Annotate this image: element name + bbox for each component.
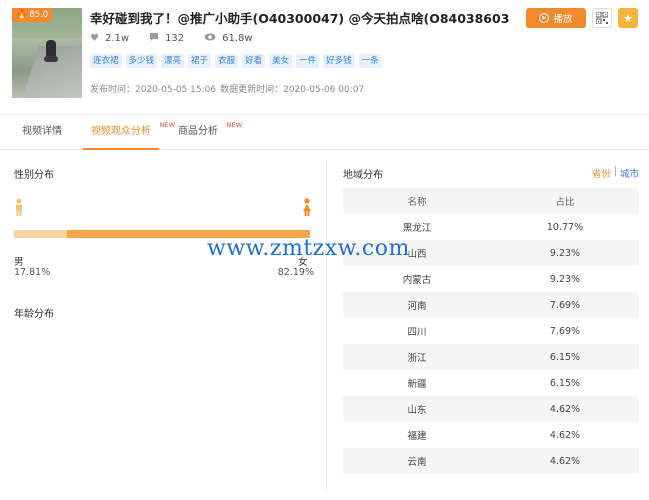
- hot-score: 85.0: [29, 10, 49, 20]
- region-ratio: 4.62%: [549, 403, 581, 415]
- tab-label: 商品分析: [178, 126, 218, 137]
- qr-code-icon: [596, 12, 608, 24]
- region-ratio: 6.15%: [549, 351, 581, 363]
- play-button[interactable]: ▶ 播放: [526, 8, 586, 28]
- video-header: 🔥 85.0 幸好碰到我了！@推广小助手(O40300047) @今天拍点啥(O…: [0, 0, 649, 108]
- tag[interactable]: 多少钱: [125, 54, 158, 68]
- site-watermark: www.zmtzxw.com: [207, 236, 410, 261]
- tag[interactable]: 衣服: [215, 54, 239, 68]
- region-ratio: 4.62%: [549, 455, 581, 467]
- male-bar-segment: [14, 230, 67, 238]
- favorite-button[interactable]: ★: [618, 8, 638, 28]
- region-section-title: 地域分布: [343, 170, 383, 181]
- comments-stat: 132: [149, 32, 184, 45]
- tag[interactable]: 裙子: [188, 54, 212, 68]
- table-row: 山东 4.62%: [343, 396, 639, 422]
- female-person-icon: [302, 198, 312, 220]
- time-info: 发布时间：2020-05-05 15:06 数据更新时间：2020-05-06 …: [90, 82, 364, 95]
- tab-label: 视频详情: [22, 126, 62, 137]
- tag[interactable]: 连衣裙: [90, 54, 122, 68]
- switch-city[interactable]: 城市: [620, 166, 639, 180]
- region-name: 新疆: [407, 379, 427, 390]
- male-label: 男: [14, 257, 24, 268]
- region-name: 浙江: [407, 353, 427, 364]
- region-ratio: 4.62%: [549, 429, 581, 441]
- col-header-name: 名称: [407, 197, 427, 208]
- tag[interactable]: 好看: [242, 54, 266, 68]
- region-name: 四川: [407, 327, 427, 338]
- region-name: 黑龙江: [402, 223, 432, 234]
- gender-age-panel: 性别分布 男 17.81% 女 82.19% 年龄分布: [14, 160, 314, 490]
- likes-count: 2.1w: [104, 33, 130, 44]
- gender-section-title: 性别分布: [14, 170, 54, 181]
- age-section-title: 年龄分布: [14, 309, 54, 320]
- publish-time: 发布时间：2020-05-05 15:06: [90, 85, 217, 95]
- male-percentage: 17.81%: [14, 267, 51, 278]
- region-level-switch: 省份 | 城市: [592, 166, 639, 180]
- table-row: 新疆 6.15%: [343, 370, 639, 396]
- tab-label: 视频观众分析: [91, 126, 151, 137]
- eye-icon: [204, 32, 216, 45]
- tab-audience-analysis[interactable]: 视频观众分析 NEW: [83, 115, 175, 150]
- views-count: 61.8w: [222, 33, 253, 44]
- tag[interactable]: 一件: [296, 54, 320, 68]
- update-time: 数据更新时间：2020-05-06 00:07: [220, 85, 365, 95]
- table-row: 云南 4.62%: [343, 448, 639, 474]
- table-row: 浙江 6.15%: [343, 344, 639, 370]
- tab-video-detail[interactable]: 视频详情: [10, 115, 74, 150]
- switch-province[interactable]: 省份: [592, 166, 611, 180]
- region-name: 福建: [407, 431, 427, 442]
- thumbnail-scooter: [44, 56, 58, 62]
- tag[interactable]: 一条: [358, 54, 382, 68]
- views-stat: 61.8w: [204, 32, 253, 45]
- video-tags: 连衣裙 多少钱 漂亮 裙子 衣服 好看 美女 一件 好多钱 一条: [90, 54, 382, 68]
- qr-code-button[interactable]: [592, 8, 612, 28]
- tab-goods-analysis[interactable]: 商品分析 NEW: [170, 115, 242, 150]
- heart-icon: ♥: [90, 33, 99, 44]
- region-name: 山东: [407, 405, 427, 416]
- tag[interactable]: 漂亮: [161, 54, 185, 68]
- region-name: 河南: [407, 301, 427, 312]
- region-table: 名称 占比 黑龙江 10.77% 山西 9.23% 内蒙古 9.23% 河南 7…: [343, 188, 639, 474]
- comments-count: 132: [165, 33, 185, 44]
- tag[interactable]: 美女: [269, 54, 293, 68]
- video-stats: ♥ 2.1w 132 61.8w: [90, 32, 253, 45]
- play-icon: ▶: [539, 13, 550, 23]
- analysis-tabs: 视频详情 视频观众分析 NEW 商品分析 NEW: [0, 114, 649, 150]
- hot-score-badge: 🔥 85.0: [12, 8, 53, 22]
- region-name: 内蒙古: [402, 275, 432, 286]
- tag[interactable]: 好多钱: [323, 54, 355, 68]
- col-header-ratio: 占比: [555, 197, 575, 208]
- region-ratio: 6.15%: [549, 377, 581, 389]
- table-header: 名称 占比: [343, 188, 639, 214]
- table-row: 福建 4.62%: [343, 422, 639, 448]
- video-title[interactable]: 幸好碰到我了！@推广小助手(O40300047) @今天拍点啥(O8403860…: [90, 8, 510, 27]
- table-row: 内蒙古 9.23%: [343, 266, 639, 292]
- female-percentage: 82.19%: [277, 267, 314, 278]
- region-ratio: 7.69%: [549, 325, 581, 337]
- comment-icon: [149, 32, 159, 45]
- switch-separator: |: [613, 166, 617, 177]
- star-icon: ★: [623, 11, 633, 25]
- play-label: 播放: [553, 14, 573, 25]
- new-badge: NEW: [226, 121, 242, 129]
- region-ratio: 7.69%: [549, 299, 581, 311]
- region-ratio: 9.23%: [549, 273, 581, 285]
- male-person-icon: [14, 198, 24, 220]
- table-row: 四川 7.69%: [343, 318, 639, 344]
- likes-stat: ♥ 2.1w: [90, 32, 129, 45]
- panel-divider: [326, 160, 327, 490]
- region-ratio: 10.77%: [546, 221, 584, 233]
- flame-icon: 🔥: [16, 10, 28, 20]
- region-name: 云南: [407, 457, 427, 468]
- table-row: 河南 7.69%: [343, 292, 639, 318]
- region-ratio: 9.23%: [549, 247, 581, 259]
